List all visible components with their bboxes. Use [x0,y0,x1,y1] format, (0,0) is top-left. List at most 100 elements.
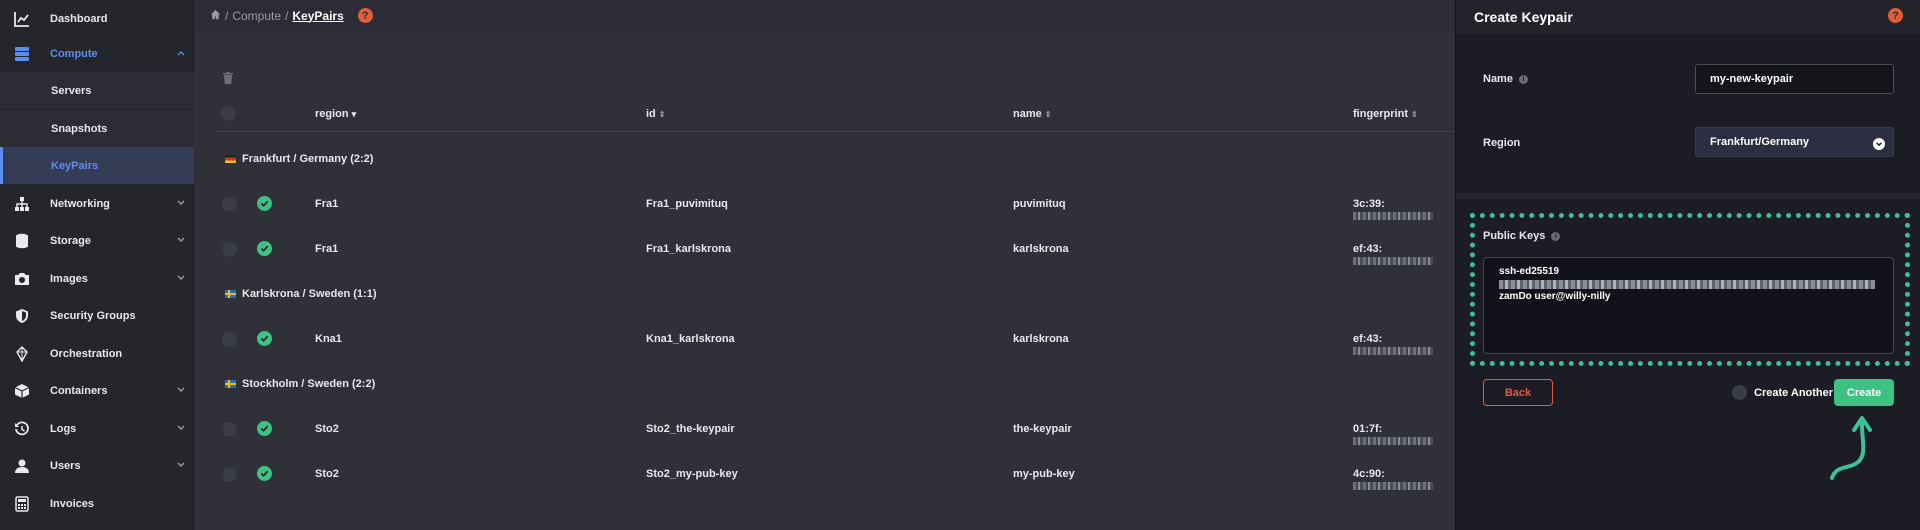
redacted-fingerprint [1353,257,1433,266]
sidebar-item-label: Security Groups [50,309,136,322]
breadcrumb-separator: / [285,8,289,23]
create-another-checkbox[interactable] [1732,385,1747,400]
chevron-down-icon [176,273,186,283]
sidebar-item-label: Images [50,272,88,285]
chevron-down-icon [176,460,186,470]
group-header-stockholm[interactable]: Stockholm / Sweden (2:2) [225,378,375,390]
cell-region: Sto2 [315,468,339,480]
row-select-checkbox[interactable] [222,242,237,257]
cell-region: Fra1 [315,198,339,210]
cell-name: karlskrona [1013,243,1069,255]
name-label: Name i [1483,73,1528,85]
sidebar-item-orchestration[interactable]: Orchestration [0,335,194,372]
flag-sweden-icon [225,380,236,388]
create-another-label: Create Another [1754,387,1834,399]
cell-name: puvimituq [1013,198,1066,210]
row-select-checkbox[interactable] [222,422,237,437]
sidebar-item-security-groups[interactable]: Security Groups [0,297,194,334]
sidebar-item-label: Dashboard [50,12,108,25]
sidebar-item-logs[interactable]: Logs [0,410,194,447]
back-button[interactable]: Back [1483,379,1553,406]
sort-icon: ⇕ [1044,109,1052,119]
sidebar-item-networking[interactable]: Networking [0,185,194,222]
name-input[interactable]: my-new-keypair [1695,64,1894,94]
trash-icon[interactable] [223,71,233,84]
column-header-name[interactable]: name ⇕ [1013,108,1051,120]
keypairs-table: region ▾ id ⇕ name ⇕ fingerprint ⇕ Frankfurt… [195,33,1455,530]
server-stack-icon [14,46,30,62]
cell-region: Sto2 [315,423,339,435]
sidebar-item-label: Users [50,459,81,472]
header-divider [215,131,1455,132]
cell-id: Fra1_puvimituq [646,198,728,210]
cell-fingerprint: 4c:90: [1353,468,1455,492]
highlight-frame [1470,213,1910,366]
select-all-checkbox[interactable] [221,106,236,121]
sidebar-item-compute[interactable]: Compute [0,35,194,72]
cell-fingerprint: ef:43: [1353,333,1455,357]
sidebar-item-label: Containers [50,384,108,397]
cell-fingerprint: ef:43: [1353,243,1455,267]
sort-desc-icon: ▾ [351,108,357,119]
network-icon [14,196,30,212]
sidebar-subitem-snapshots[interactable]: Snapshots [0,110,194,147]
status-ok-icon [257,196,272,211]
cell-id: Sto2_my-pub-key [646,468,738,480]
region-select[interactable]: Frankfurt/Germany [1695,127,1894,157]
cell-id: Sto2_the-keypair [646,423,735,435]
redacted-fingerprint [1353,212,1433,221]
sidebar-item-label: Networking [50,197,110,210]
redacted-fingerprint [1353,347,1433,356]
cell-id: Kna1_karlskrona [646,333,735,345]
row-select-checkbox[interactable] [222,467,237,482]
chevron-up-icon [176,48,186,58]
sidebar-item-invoices[interactable]: Invoices [0,485,194,522]
create-keypair-panel: Create Keypair ? Name i my-new-keypair R… [1455,0,1920,530]
section-divider [1456,193,1920,199]
cell-name: my-pub-key [1013,468,1075,480]
sidebar-item-label: Compute [50,47,98,60]
redacted-fingerprint [1353,482,1433,491]
home-icon[interactable] [210,9,221,23]
sidebar-item-images[interactable]: Images [0,260,194,297]
sidebar-item-label: Logs [50,422,77,435]
sidebar-subitem-servers[interactable]: Servers [0,72,194,109]
status-ok-icon [257,241,272,256]
help-icon[interactable]: ? [357,8,373,23]
group-header-karlskrona[interactable]: Karlskrona / Sweden (1:1) [225,288,377,300]
cell-id: Fra1_karlskrona [646,243,731,255]
create-button[interactable]: Create [1834,379,1894,406]
help-icon[interactable]: ? [1888,8,1903,23]
sidebar-item-storage[interactable]: Storage [0,222,194,259]
info-icon[interactable]: i [1518,74,1528,84]
sidebar-item-label: Storage [50,234,91,247]
camera-icon [14,271,30,287]
breadcrumb-compute[interactable]: Compute [232,9,281,23]
chart-icon [14,11,30,27]
sidebar-item-dashboard[interactable]: Dashboard [0,0,194,37]
row-select-checkbox[interactable] [222,332,237,347]
cell-region: Kna1 [315,333,342,345]
box-icon [14,383,30,399]
orchestration-icon [14,346,30,362]
sidebar-subitem-keypairs[interactable]: KeyPairs [0,147,194,184]
breadcrumb-current: KeyPairs [292,8,344,23]
cell-fingerprint: 3c:39: [1353,198,1455,222]
chevron-down-icon [176,423,186,433]
chevron-down-icon [176,385,186,395]
status-ok-icon [257,466,272,481]
panel-header: Create Keypair ? [1456,0,1920,33]
row-select-checkbox[interactable] [222,197,237,212]
chevron-down-icon [176,235,186,245]
panel-title: Create Keypair [1474,9,1573,25]
column-header-region[interactable]: region ▾ [315,108,356,120]
chevron-down-icon [1873,138,1885,150]
sidebar-item-label: Orchestration [50,347,123,360]
sidebar-item-containers[interactable]: Containers [0,372,194,409]
group-header-frankfurt[interactable]: Frankfurt / Germany (2:2) [225,153,373,165]
column-header-fingerprint[interactable]: fingerprint ⇕ [1353,108,1418,120]
cell-name: karlskrona [1013,333,1069,345]
sidebar-item-users[interactable]: Users [0,447,194,484]
status-ok-icon [257,421,272,436]
column-header-id[interactable]: id ⇕ [646,108,665,120]
